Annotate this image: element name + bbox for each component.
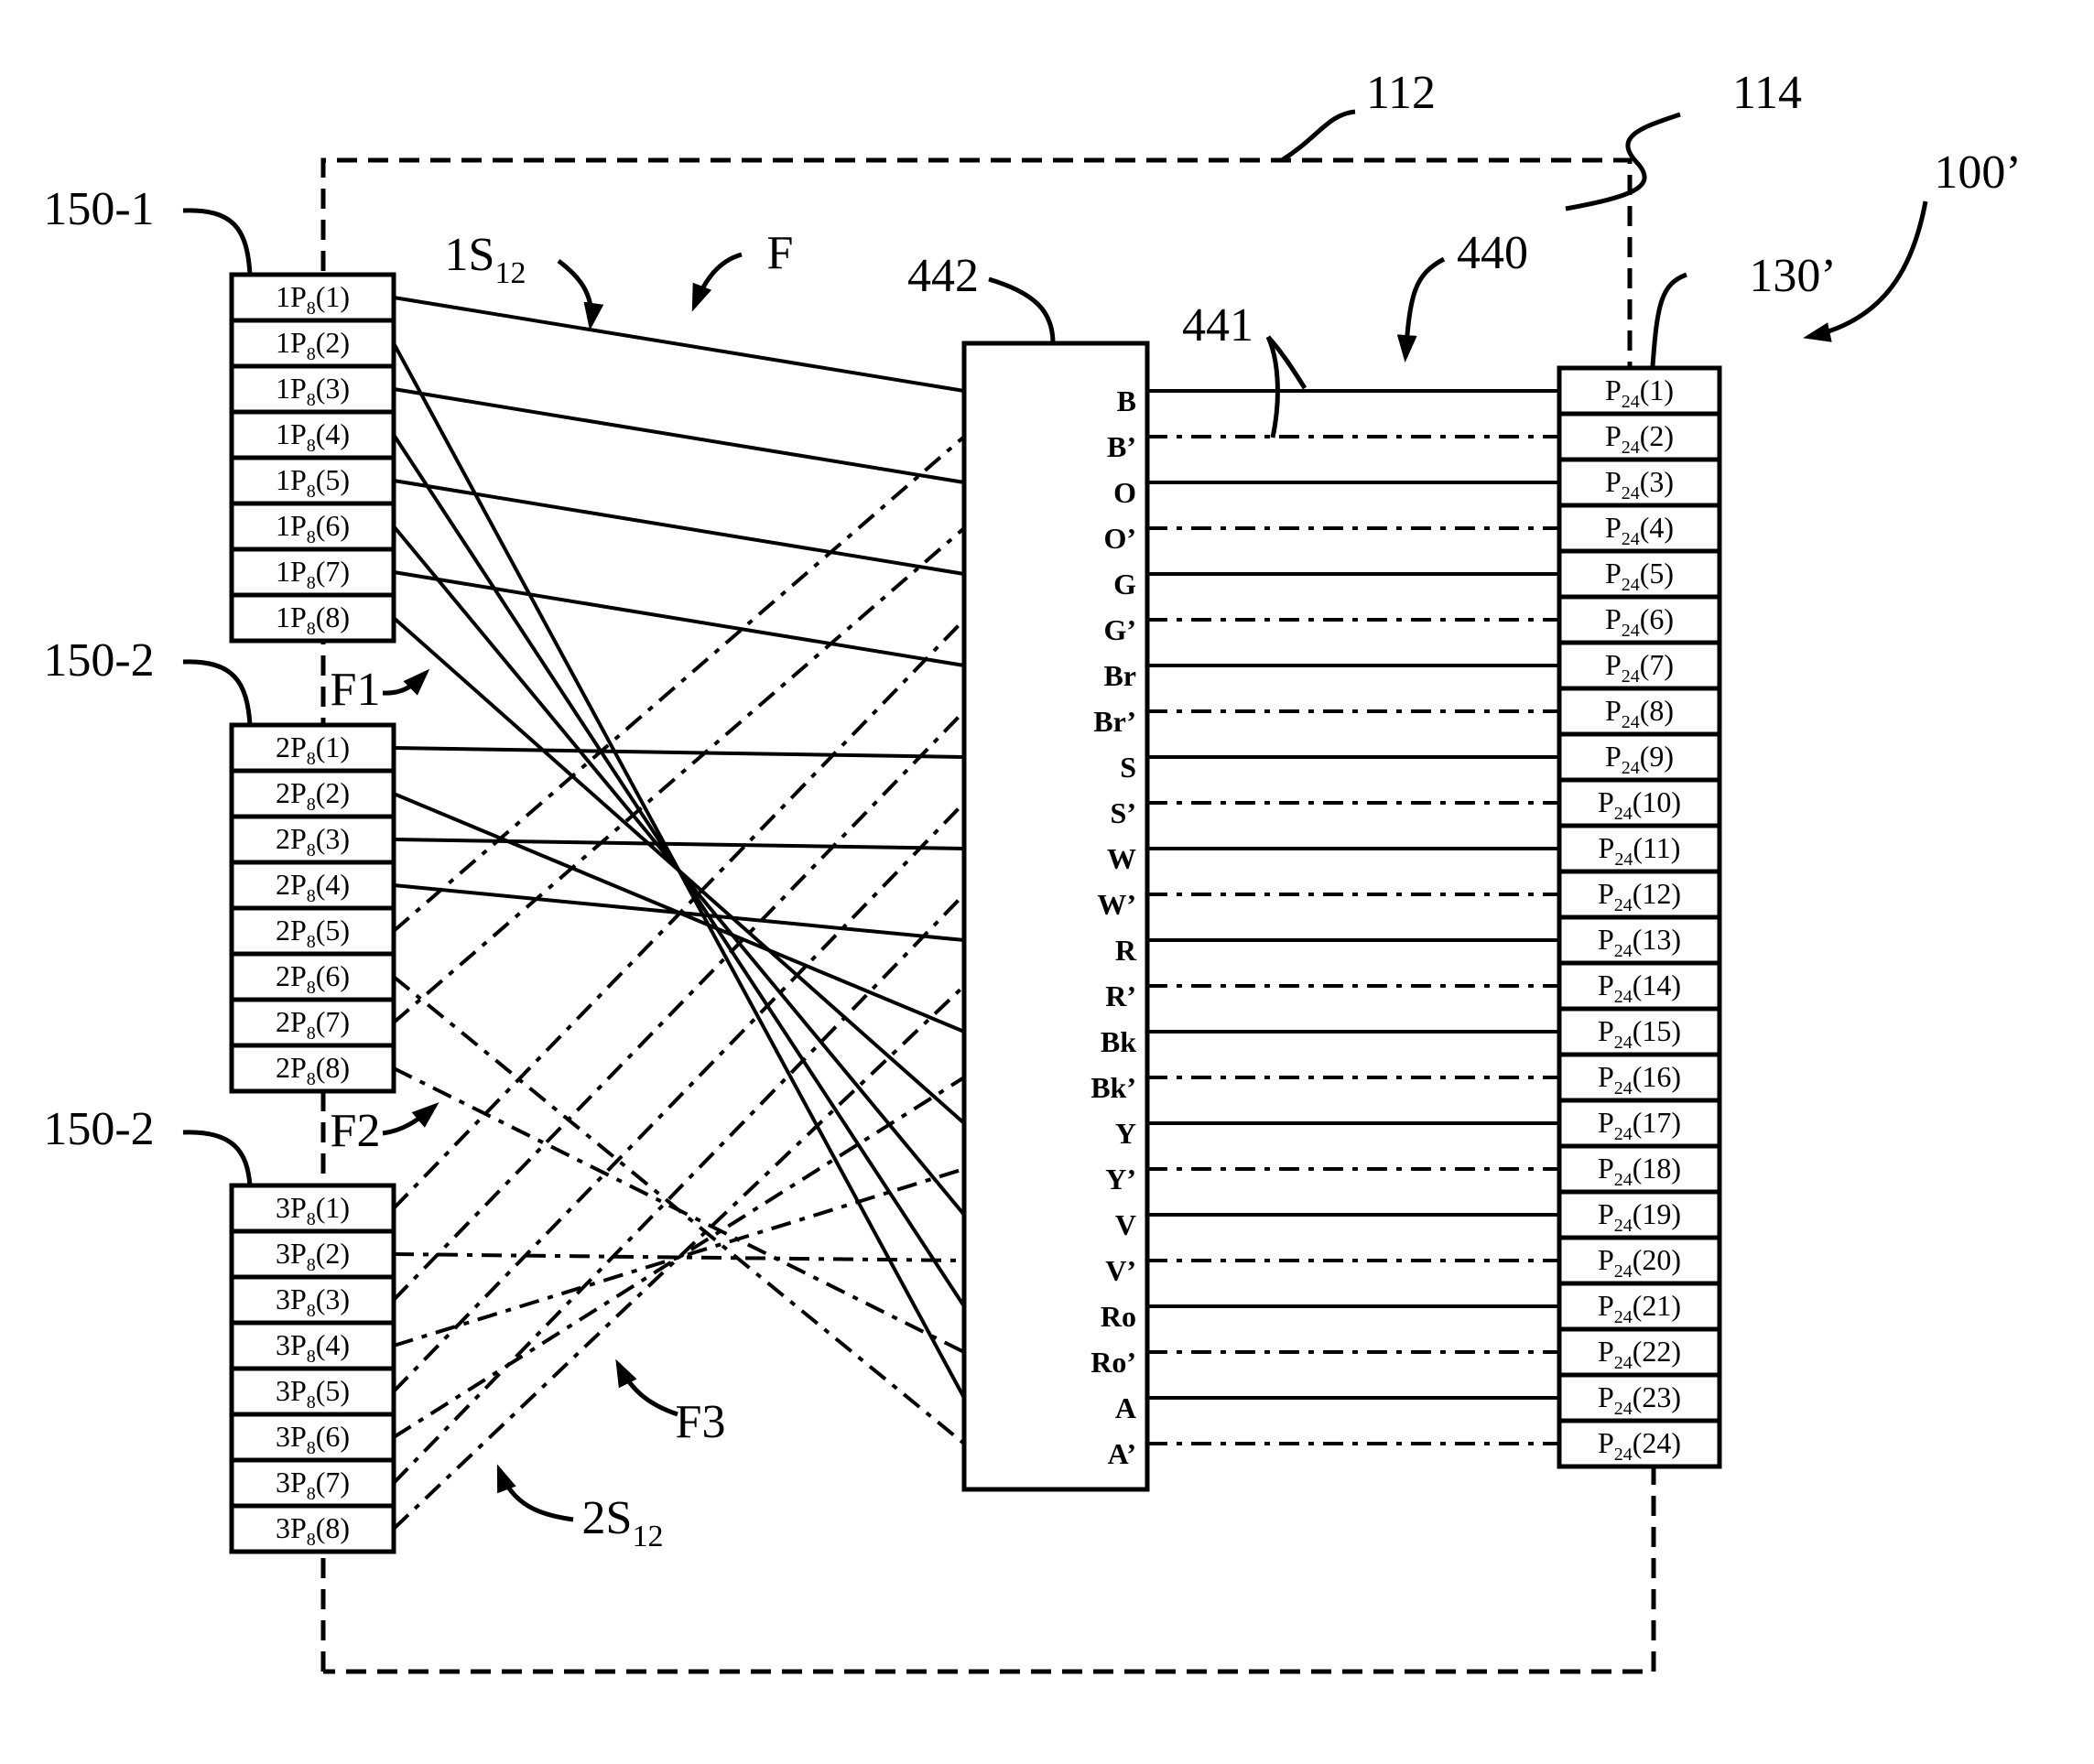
color-code-label: G’ [1103,613,1136,646]
output-port-label: P24(15) [1598,1014,1681,1053]
color-code-label: Ro [1101,1300,1136,1333]
input-connector-3: 3P8(1)3P8(2)3P8(3)3P8(4)3P8(5)3P8(6)3P8(… [229,1183,396,1554]
color-code-label: A [1115,1391,1136,1424]
fanout-wire [393,746,965,759]
color-code-label: W’ [1097,888,1136,921]
arrow-F2 [382,1102,439,1136]
color-code-label: G [1113,568,1136,601]
output-port-label: P24(9) [1605,740,1674,778]
fanout-wire [393,296,965,393]
label-442: 442 [907,250,979,302]
arrow-F [691,252,743,312]
output-port-label: P24(17) [1598,1106,1681,1144]
leader-150-2b [182,1130,253,1186]
output-port-label: P24(6) [1605,602,1674,641]
output-port-label: P24(10) [1598,785,1681,824]
color-code-label: B’ [1107,430,1136,463]
color-code-label: S’ [1111,796,1136,829]
label-150-2b: 150-2 [43,1103,154,1155]
label-F: F [767,227,794,279]
label-150-2a: 150-2 [43,634,154,687]
output-port-label: P24(4) [1605,511,1674,549]
color-code-label: Y [1115,1117,1136,1150]
output-port-label: P24(1) [1605,373,1674,412]
arrow-F1 [382,668,430,696]
output-port-label: P24(23) [1598,1380,1681,1419]
output-port-label: P24(7) [1605,648,1674,687]
color-code-label: R [1115,934,1137,967]
output-port-label: P24(2) [1605,419,1674,458]
output-port-label: P24(5) [1605,557,1674,595]
label-1S12: 1S12 [445,229,526,290]
arrow-2S12 [496,1464,574,1522]
fanout-wire [392,893,966,1485]
fanout-wire [392,526,966,1024]
input-connector-2: 2P8(1)2P8(2)2P8(3)2P8(4)2P8(5)2P8(6)2P8(… [229,722,396,1094]
fanout-wire [393,387,965,484]
output-port-label: P24(22) [1598,1335,1681,1373]
fanout-wire [392,435,966,933]
color-code-label: A’ [1108,1437,1136,1470]
label-150-1: 150-1 [43,183,154,235]
arrow-F3 [615,1358,678,1417]
color-code-label: Ro’ [1090,1346,1136,1379]
output-port-label: P24(18) [1598,1152,1681,1190]
fanout-wire [392,801,966,1393]
leader-112 [1280,109,1356,163]
fanout-wire [392,1076,966,1439]
output-port-label: P24(3) [1605,465,1674,503]
color-code-label: V [1115,1208,1136,1241]
color-code-label: W [1107,842,1136,875]
color-code-label: Bk [1101,1025,1136,1058]
output-port-label: P24(13) [1598,923,1681,961]
wiring-diagram: 1P8(1)1P8(2)1P8(3)1P8(4)1P8(5)1P8(6)1P8(… [43,67,2022,1674]
label-114: 114 [1732,67,1802,119]
color-code-label: B [1117,384,1136,417]
leader-150-2a [182,659,253,726]
color-code-label: V’ [1105,1254,1136,1287]
color-code-label: Br’ [1093,705,1136,738]
arrow-1S12 [557,259,604,330]
leader-130 [1650,272,1687,367]
output-port-label: P24(19) [1598,1197,1681,1236]
color-code-label: O’ [1103,522,1136,555]
color-code-label: Bk’ [1090,1071,1136,1104]
output-connector: P24(1) P24(2) P24(3) P24(4) P24(5) P24(6) P24(… [1557,365,1722,1469]
label-440: 440 [1457,227,1528,279]
color-code-label: R’ [1105,979,1136,1012]
color-code-label: Y’ [1105,1163,1136,1196]
connector-layer: 1P8(1)1P8(2)1P8(3)1P8(4)1P8(5)1P8(6)1P8(… [229,272,396,1554]
label-130: 130’ [1749,250,1836,302]
input-connector-1: 1P8(1)1P8(2)1P8(3)1P8(4)1P8(5)1P8(6)1P8(… [229,272,396,644]
label-100: 100’ [1934,146,2021,199]
output-port-label: P24(14) [1598,969,1681,1007]
output-port-label: P24(12) [1598,877,1681,915]
fanout-wire [393,570,965,667]
fanout-wire [393,838,965,850]
output-port-label: P24(24) [1598,1426,1681,1465]
output-port-label: P24(11) [1599,831,1681,870]
color-code-label: Br [1103,659,1136,692]
output-port-label: P24(21) [1598,1289,1681,1327]
color-code-label: O [1113,476,1136,509]
label-441: 441 [1182,299,1253,352]
label-112: 112 [1366,67,1436,119]
arrow-440 [1396,256,1446,363]
output-port-label: P24(8) [1605,694,1674,732]
label-F2: F2 [331,1105,381,1157]
leader-441b [1265,335,1280,438]
label-F1: F1 [331,664,381,716]
leader-442 [988,276,1056,344]
fanout-wire [392,342,966,1399]
output-port-label: P24(16) [1598,1060,1681,1098]
leader-150-1 [182,208,253,276]
fanout-wire [392,618,966,1210]
label-2S12: 2S12 [582,1492,664,1553]
color-code-label: S [1120,751,1136,784]
output-port-label: P24(20) [1598,1243,1681,1282]
label-F3: F3 [676,1396,726,1448]
fanout-wire [393,479,965,576]
